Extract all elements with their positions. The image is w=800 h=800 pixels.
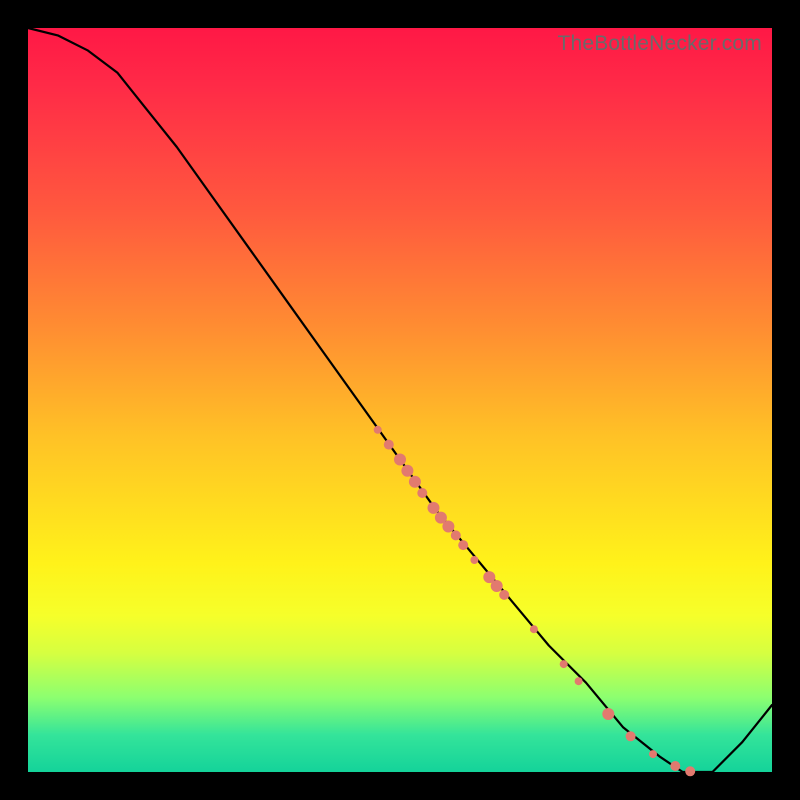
data-point <box>560 660 568 668</box>
bottleneck-curve <box>28 28 772 772</box>
data-point <box>428 502 440 514</box>
data-point <box>499 590 509 600</box>
data-point <box>575 677 583 685</box>
data-point <box>442 521 454 533</box>
data-point <box>602 708 614 720</box>
data-points-group <box>374 426 696 777</box>
data-point <box>685 766 695 776</box>
data-point <box>401 465 413 477</box>
data-point <box>649 750 657 758</box>
data-point <box>626 731 636 741</box>
data-point <box>394 454 406 466</box>
data-point <box>384 440 394 450</box>
data-point <box>374 426 382 434</box>
data-point <box>491 580 503 592</box>
data-point <box>458 540 468 550</box>
data-point <box>470 556 478 564</box>
data-point <box>409 476 421 488</box>
chart-plot-area: TheBottleNecker.com <box>28 28 772 772</box>
data-point <box>670 761 680 771</box>
data-point <box>417 488 427 498</box>
data-point <box>530 625 538 633</box>
chart-svg <box>28 28 772 772</box>
data-point <box>451 530 461 540</box>
chart-outer-frame: TheBottleNecker.com <box>0 0 800 800</box>
